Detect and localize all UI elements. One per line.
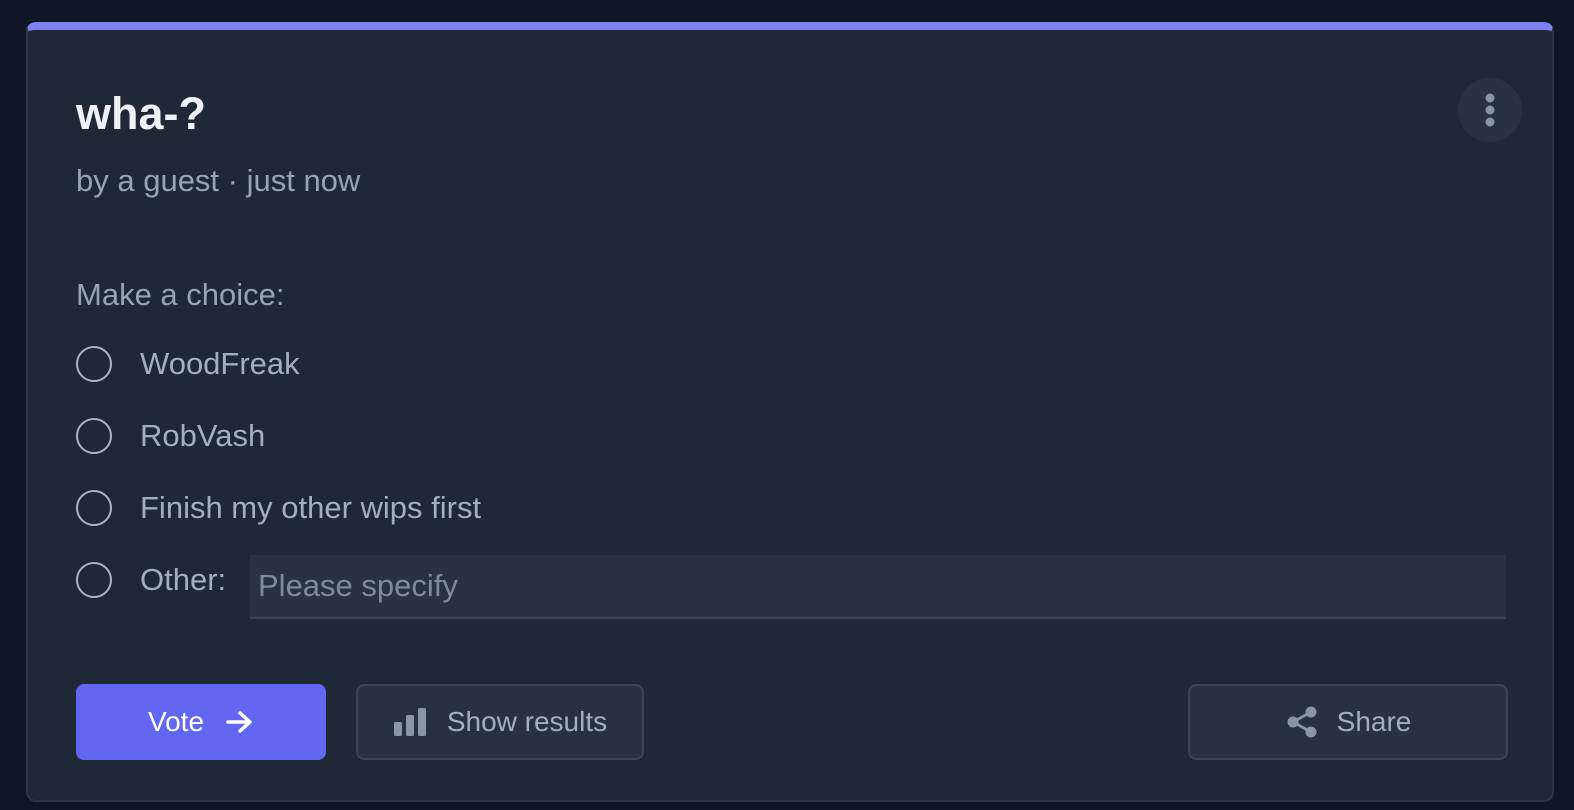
- option-label: RobVash: [140, 418, 266, 453]
- vote-button[interactable]: Vote: [76, 684, 326, 760]
- radio-button[interactable]: [76, 562, 112, 598]
- more-vertical-icon: [1485, 93, 1495, 127]
- option-label: WoodFreak: [140, 346, 300, 381]
- share-button[interactable]: Share: [1188, 684, 1508, 760]
- vote-label: Vote: [147, 706, 205, 737]
- radio-button[interactable]: [76, 346, 112, 382]
- poll-title: wha-?: [76, 88, 206, 139]
- option-label: Other:: [140, 562, 227, 597]
- option-robvash[interactable]: RobVash: [76, 416, 265, 456]
- more-options-button[interactable]: [1458, 78, 1522, 142]
- other-specify-input[interactable]: [250, 555, 1506, 619]
- show-results-button[interactable]: Show results: [356, 684, 644, 760]
- radio-button[interactable]: [76, 418, 112, 454]
- show-results-label: Show results: [446, 706, 608, 737]
- share-label: Share: [1336, 706, 1412, 737]
- poll-prompt: Make a choice:: [76, 277, 285, 312]
- bar-chart-icon: [393, 707, 427, 737]
- poll-meta: by a guest · just now: [76, 163, 361, 198]
- option-other[interactable]: Other:: [76, 560, 226, 600]
- radio-button[interactable]: [76, 490, 112, 526]
- share-icon: [1285, 705, 1319, 739]
- option-woodfreak[interactable]: WoodFreak: [76, 344, 300, 384]
- arrow-right-icon: [226, 710, 254, 734]
- option-finish-wips[interactable]: Finish my other wips first: [76, 488, 481, 528]
- option-label: Finish my other wips first: [140, 490, 482, 525]
- poll-card: wha-? by a guest · just now Make a choic…: [26, 22, 1554, 802]
